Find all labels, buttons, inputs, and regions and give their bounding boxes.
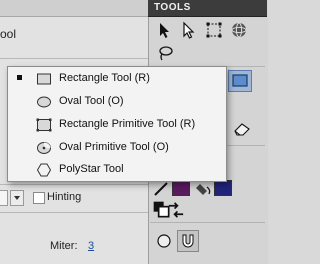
eraser-icon: [234, 123, 250, 136]
object-drawing-button[interactable]: [154, 231, 174, 251]
checked-icon: [17, 75, 22, 80]
free-transform-tool-button[interactable]: [204, 20, 224, 40]
snap-to-objects-button[interactable]: [177, 230, 199, 252]
rectangle-tool-button[interactable]: [228, 70, 252, 92]
oval-primitive-icon: [36, 140, 52, 156]
chevron-down-icon: [14, 196, 20, 200]
menu-item-polystar-tool[interactable]: PolyStar Tool: [8, 159, 226, 181]
hinting-checkbox[interactable]: [33, 192, 45, 204]
lasso-tool-button[interactable]: [155, 43, 175, 63]
hinting-label: Hinting: [47, 191, 82, 203]
selection-tool-button[interactable]: [155, 20, 175, 40]
menu-item-label: Oval Primitive Tool (O): [59, 141, 169, 153]
3d-rotation-icon: [231, 22, 247, 38]
eraser-tool-button[interactable]: [232, 119, 252, 139]
subselection-arrow-icon: [183, 21, 195, 39]
free-transform-icon: [206, 22, 222, 38]
tool-name-label: ool: [0, 27, 17, 41]
lasso-icon: [159, 46, 173, 61]
menu-item-rectangle-primitive-tool[interactable]: Rectangle Primitive Tool (R): [8, 114, 226, 136]
fill-color-swatch[interactable]: [214, 180, 232, 196]
menu-item-oval-tool[interactable]: Oval Tool (O): [8, 91, 226, 113]
menu-item-label: Rectangle Primitive Tool (R): [59, 118, 196, 130]
magnet-icon: [182, 234, 194, 248]
panel-divider: [0, 212, 148, 213]
panel-divider: [0, 184, 148, 185]
3d-rotation-tool-button[interactable]: [229, 20, 249, 40]
menu-item-label: Oval Tool (O): [59, 95, 124, 107]
rectangle-icon: [232, 74, 248, 87]
menu-item-label: PolyStar Tool: [59, 163, 124, 175]
swap-colors-icon: [168, 202, 184, 218]
miter-value-scrubber[interactable]: 3: [88, 240, 94, 252]
default-colors-button[interactable]: [152, 200, 170, 218]
panel-divider: [0, 58, 148, 59]
menu-item-rectangle-tool[interactable]: Rectangle Tool (R): [8, 68, 226, 90]
stroke-color-swatch[interactable]: [172, 180, 190, 196]
tools-divider: [150, 222, 265, 223]
selection-arrow-icon: [160, 23, 169, 38]
shape-tools-menu: Rectangle Tool (R) Oval Tool (O) Rectang…: [7, 66, 227, 182]
miter-label: Miter:: [50, 240, 78, 252]
menu-item-label: Rectangle Tool (R): [59, 72, 150, 84]
oval-icon: [36, 94, 52, 110]
properties-panel-header: [0, 0, 148, 17]
subselection-tool-button[interactable]: [179, 20, 199, 40]
rectangle-icon: [36, 71, 52, 87]
rectangle-primitive-icon: [36, 117, 52, 133]
object-drawing-icon: [157, 234, 171, 248]
swap-colors-button[interactable]: [166, 200, 184, 218]
style-dropdown-arrow[interactable]: [10, 190, 24, 206]
tools-panel-title: TOOLS: [154, 2, 191, 13]
menu-item-oval-primitive-tool[interactable]: Oval Primitive Tool (O): [8, 137, 226, 159]
style-dropdown[interactable]: [0, 190, 8, 206]
polystar-icon: [36, 162, 52, 178]
